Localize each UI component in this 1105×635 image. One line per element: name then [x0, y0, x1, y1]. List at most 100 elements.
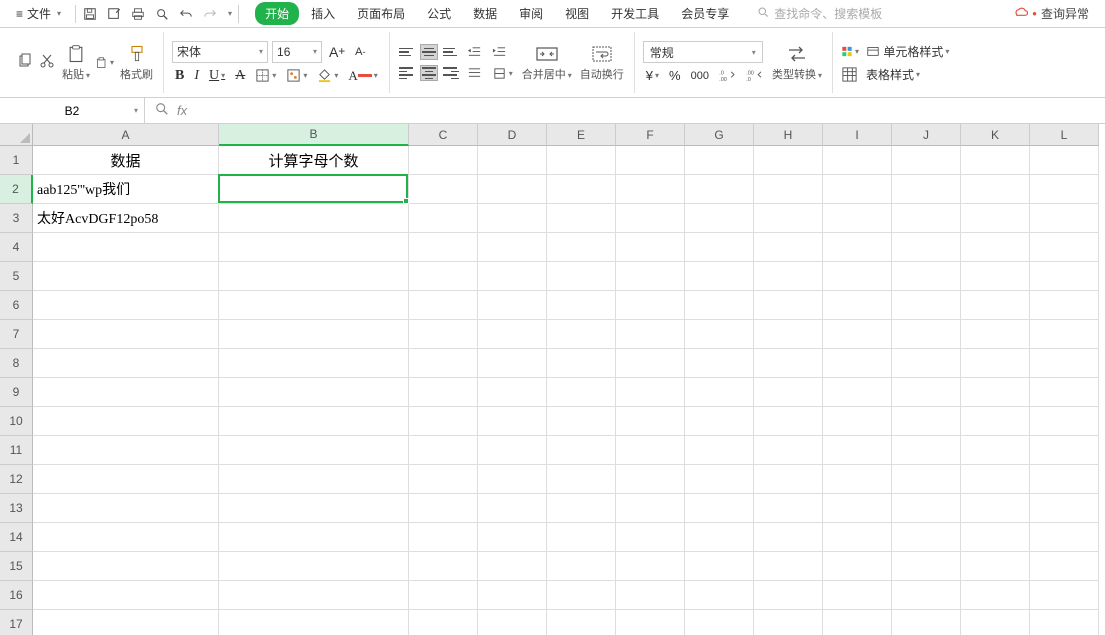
column-header[interactable]: G [685, 124, 754, 146]
row-header[interactable]: 7 [0, 320, 33, 349]
cell[interactable] [1030, 262, 1099, 291]
file-menu-button[interactable]: ≡ 文件 ▾ [8, 3, 69, 24]
row-header[interactable]: 14 [0, 523, 33, 552]
cell[interactable] [892, 581, 961, 610]
command-search[interactable]: 查找命令、搜索模板 [757, 5, 882, 22]
cell[interactable] [754, 291, 823, 320]
align-middle-button[interactable] [420, 44, 438, 60]
cell[interactable] [892, 494, 961, 523]
tab-view[interactable]: 视图 [555, 2, 599, 25]
cell[interactable]: aab125'''wp我们 [33, 175, 219, 204]
cell[interactable] [823, 581, 892, 610]
cell[interactable] [33, 378, 219, 407]
cell[interactable] [33, 320, 219, 349]
cell[interactable] [478, 233, 547, 262]
decrease-font-button[interactable]: A- [352, 45, 368, 59]
cell[interactable] [616, 436, 685, 465]
tab-page-layout[interactable]: 页面布局 [347, 2, 415, 25]
cell[interactable] [478, 465, 547, 494]
cell[interactable] [685, 407, 754, 436]
save-icon[interactable] [82, 6, 98, 22]
cut-icon[interactable] [38, 52, 56, 70]
cell[interactable] [685, 552, 754, 581]
column-header[interactable]: E [547, 124, 616, 146]
chevron-down-icon[interactable]: ▾ [134, 106, 138, 115]
cell[interactable] [754, 552, 823, 581]
name-box-input[interactable] [22, 104, 122, 118]
cell[interactable] [823, 494, 892, 523]
cell[interactable] [219, 349, 409, 378]
cell[interactable] [409, 233, 478, 262]
cell[interactable] [961, 146, 1030, 175]
cell[interactable] [961, 233, 1030, 262]
cell[interactable] [823, 146, 892, 175]
cell[interactable] [892, 320, 961, 349]
cell[interactable] [823, 320, 892, 349]
fx-icon[interactable]: fx [177, 103, 187, 118]
align-left-button[interactable] [398, 65, 416, 81]
decrease-indent-button[interactable] [464, 44, 485, 61]
cell[interactable] [616, 465, 685, 494]
cell[interactable] [1030, 320, 1099, 349]
cell[interactable] [616, 146, 685, 175]
cell[interactable] [823, 233, 892, 262]
cell[interactable] [1030, 407, 1099, 436]
tab-member[interactable]: 会员专享 [671, 2, 739, 25]
cell[interactable] [1030, 436, 1099, 465]
cell[interactable] [219, 494, 409, 523]
cell[interactable] [547, 552, 616, 581]
cell[interactable] [547, 349, 616, 378]
table-style-button[interactable]: 表格样式▾ [863, 65, 923, 84]
cell[interactable] [478, 494, 547, 523]
cell[interactable] [219, 610, 409, 635]
cell[interactable] [219, 320, 409, 349]
cell[interactable] [823, 465, 892, 494]
row-header[interactable]: 4 [0, 233, 33, 262]
cell[interactable] [892, 262, 961, 291]
cell[interactable] [219, 378, 409, 407]
paste-button[interactable]: 粘贴▾ [60, 44, 92, 82]
cell[interactable] [478, 320, 547, 349]
cell[interactable] [33, 349, 219, 378]
cell[interactable] [1030, 552, 1099, 581]
column-header[interactable]: J [892, 124, 961, 146]
cell[interactable] [33, 552, 219, 581]
cell[interactable] [219, 233, 409, 262]
column-header[interactable]: I [823, 124, 892, 146]
border-button[interactable]: ▾ [252, 67, 279, 84]
row-header[interactable]: 16 [0, 581, 33, 610]
cell[interactable] [219, 204, 409, 233]
query-alert-button[interactable]: ● 查询异常 [1013, 5, 1089, 23]
cell[interactable] [478, 204, 547, 233]
cell[interactable] [409, 465, 478, 494]
redo-icon[interactable] [202, 6, 218, 22]
cell[interactable] [547, 233, 616, 262]
cell[interactable] [547, 320, 616, 349]
cell[interactable] [823, 552, 892, 581]
cell[interactable] [961, 494, 1030, 523]
cell[interactable] [754, 175, 823, 204]
cell[interactable] [616, 233, 685, 262]
cell[interactable] [1030, 610, 1099, 635]
increase-indent-button[interactable] [489, 44, 510, 61]
fill-color-button[interactable]: ▾ [314, 67, 341, 84]
cell[interactable] [892, 349, 961, 378]
cell[interactable] [892, 610, 961, 635]
cell[interactable] [219, 581, 409, 610]
cell[interactable] [823, 175, 892, 204]
cell[interactable] [478, 610, 547, 635]
column-header[interactable]: A [33, 124, 219, 146]
cell[interactable] [754, 494, 823, 523]
cell[interactable] [478, 552, 547, 581]
cell[interactable] [1030, 233, 1099, 262]
cell[interactable] [547, 581, 616, 610]
cell[interactable] [33, 581, 219, 610]
cell[interactable] [892, 146, 961, 175]
cell[interactable] [892, 407, 961, 436]
orientation-button[interactable]: ▾ [489, 65, 516, 82]
cell[interactable] [478, 175, 547, 204]
cell[interactable] [685, 320, 754, 349]
tab-start[interactable]: 开始 [255, 2, 299, 25]
row-header[interactable]: 17 [0, 610, 33, 635]
row-header[interactable]: 6 [0, 291, 33, 320]
